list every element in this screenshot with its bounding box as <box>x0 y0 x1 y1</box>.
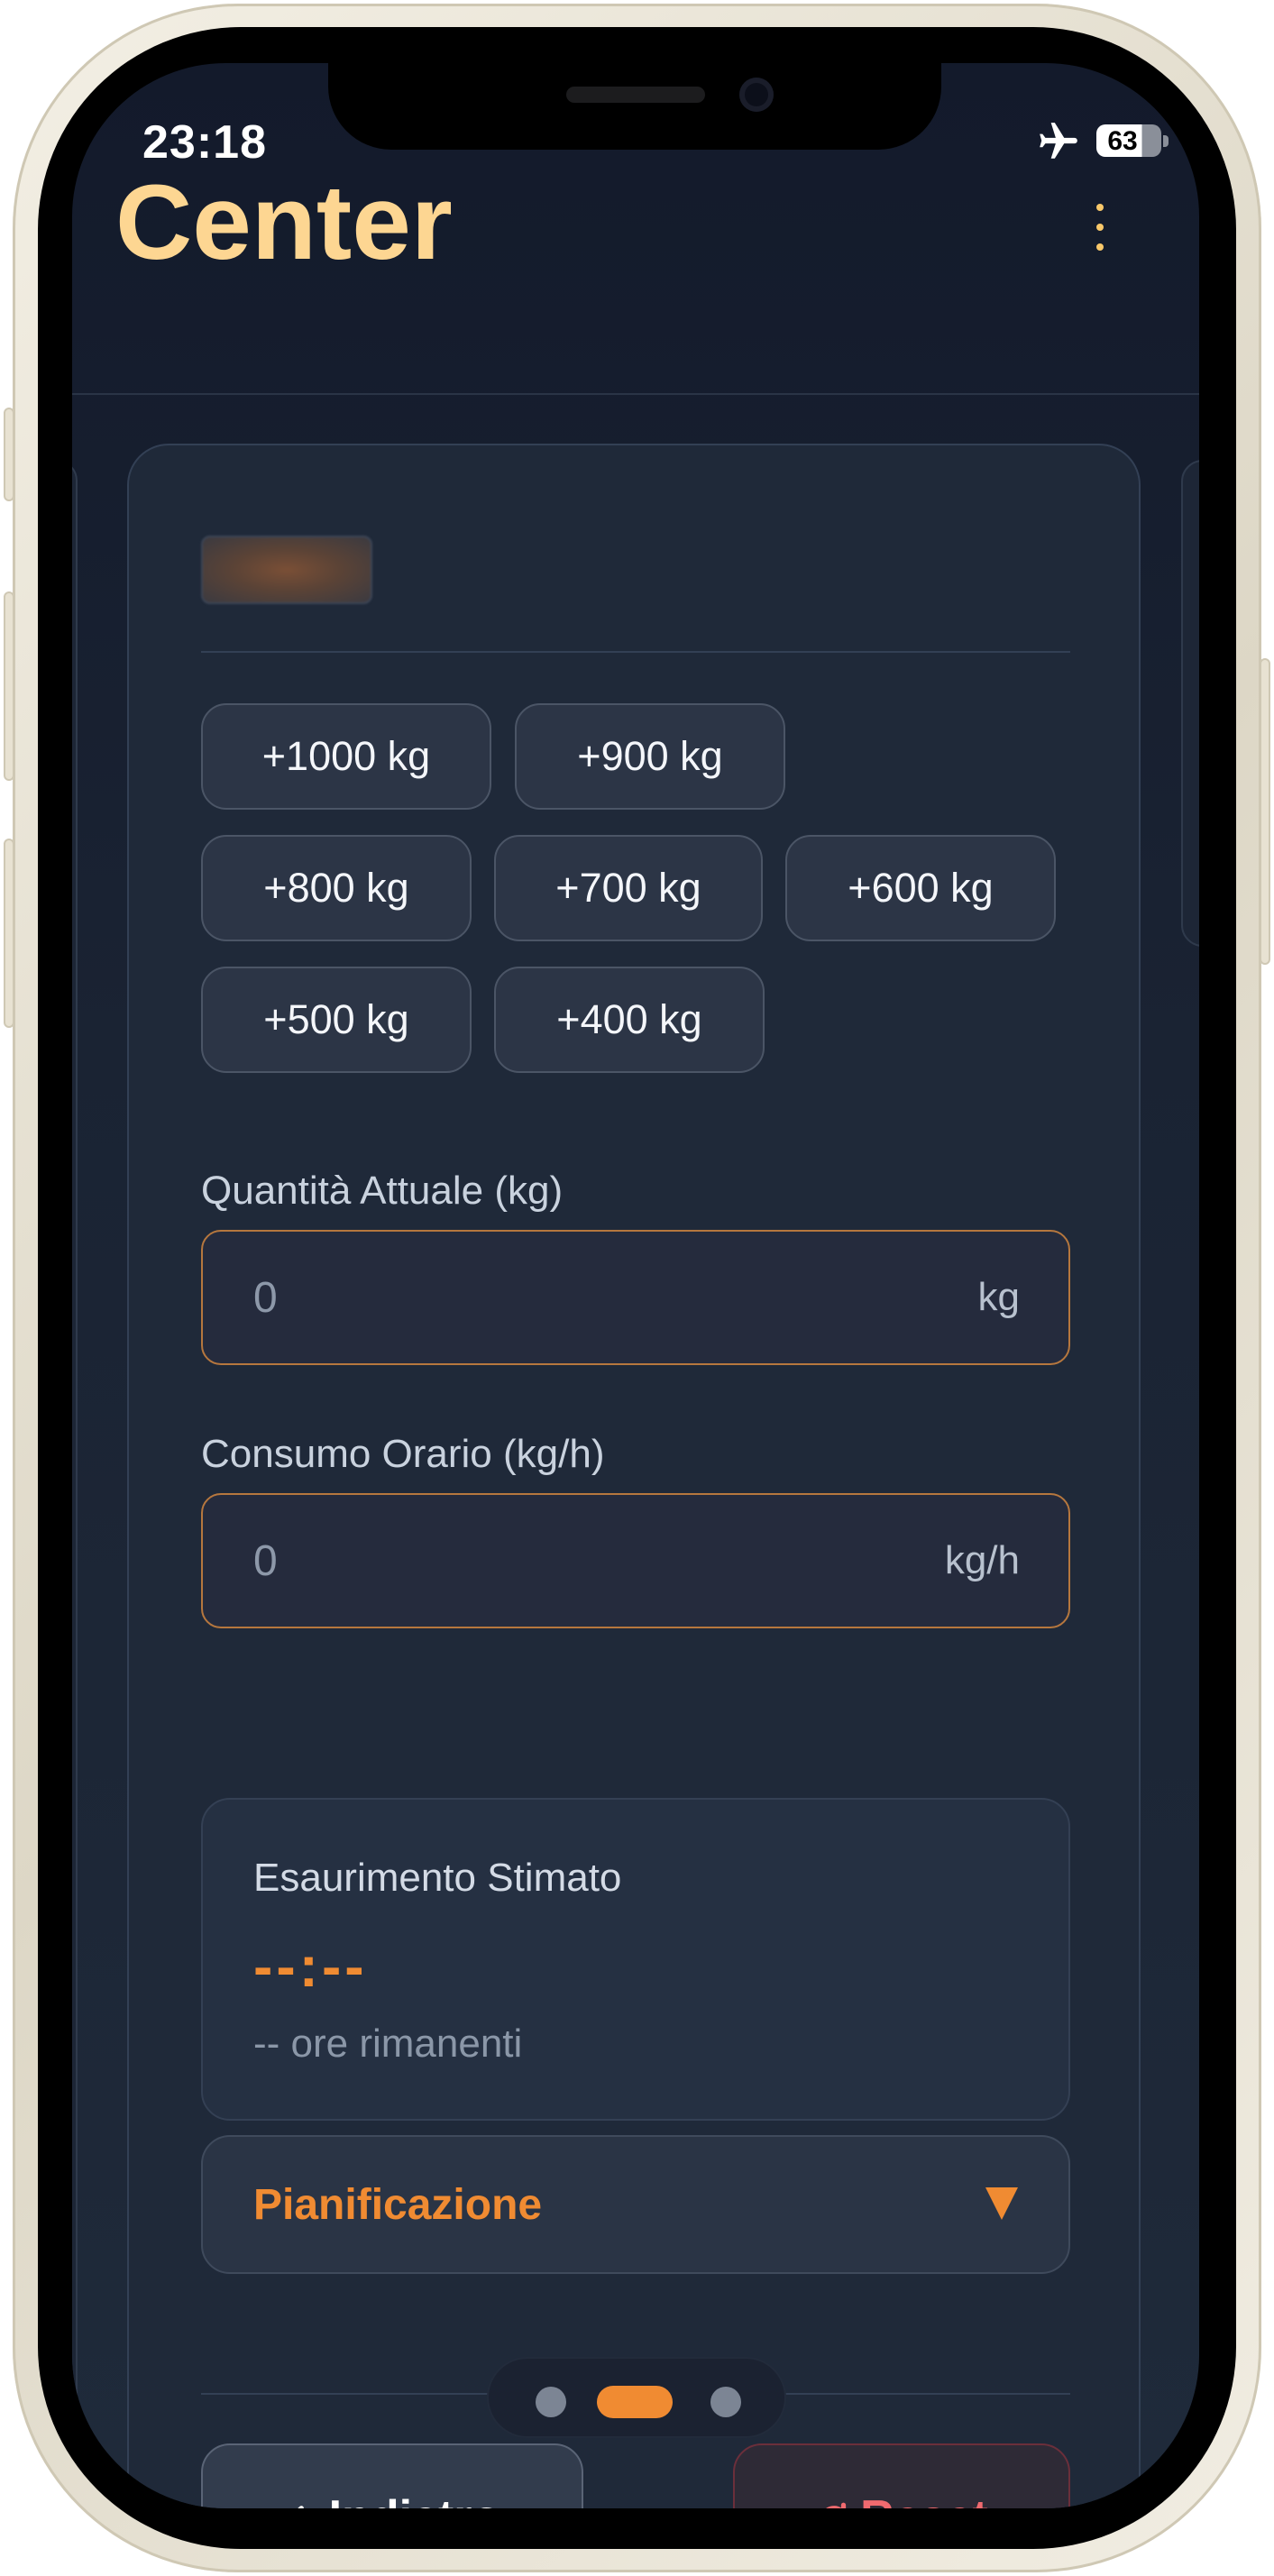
menu-dot <box>1096 243 1104 251</box>
page-dot[interactable] <box>710 2387 741 2417</box>
quick-add-1000-button[interactable]: +1000 kg <box>201 703 491 810</box>
hourly-consumption-unit: kg/h <box>944 1538 1020 1582</box>
quick-add-600-button[interactable]: +600 kg <box>785 835 1056 941</box>
reset-label: Reset <box>860 2491 988 2508</box>
current-quantity-input[interactable]: 0 kg <box>201 1230 1070 1365</box>
hourly-consumption-value: 0 <box>253 1537 278 1585</box>
estimate-panel: Esaurimento Stimato --:-- -- ore rimanen… <box>201 1798 1070 2121</box>
blurred-badge <box>201 536 372 604</box>
airplane-icon <box>1040 123 1077 159</box>
divider <box>201 651 1070 653</box>
hourly-consumption-input[interactable]: 0 kg/h <box>201 1493 1070 1628</box>
side-button-power <box>1260 658 1270 965</box>
battery-icon: 63 <box>1096 124 1161 157</box>
battery-tip <box>1163 135 1169 147</box>
side-button-volume-down <box>4 839 14 1028</box>
tank-card: +1000 kg +900 kg +800 kg +700 kg +600 kg… <box>127 444 1141 2508</box>
screen: 23:18 63 Center +1000 kg +900 kg +800 kg… <box>72 63 1199 2508</box>
side-button-mute <box>4 408 14 501</box>
quick-add-500-button[interactable]: +500 kg <box>201 967 472 1073</box>
speaker <box>566 87 705 103</box>
quick-add-800-button[interactable]: +800 kg <box>201 835 472 941</box>
current-quantity-unit: kg <box>977 1275 1020 1319</box>
estimate-remaining: -- ore rimanenti <box>253 2021 523 2066</box>
arrow-left-icon <box>297 2506 304 2508</box>
planning-label: Pianificazione <box>253 2181 543 2229</box>
back-button-content: Indietro <box>203 2490 582 2508</box>
back-label: Indietro <box>329 2491 501 2508</box>
back-button[interactable]: Indietro <box>201 2443 583 2508</box>
refresh-icon <box>826 2502 847 2508</box>
previous-card-peek[interactable] <box>72 460 78 2508</box>
reset-button-content: Reset <box>735 2490 1068 2508</box>
front-camera <box>739 78 774 112</box>
quick-add-700-button[interactable]: +700 kg <box>494 835 763 941</box>
estimate-title: Esaurimento Stimato <box>253 1856 622 1900</box>
current-quantity-value: 0 <box>253 1274 278 1322</box>
more-menu-button[interactable] <box>1082 186 1118 267</box>
next-card-peek[interactable] <box>1181 460 1199 947</box>
page-dot-active[interactable] <box>597 2386 673 2418</box>
page-title: Center <box>115 163 453 282</box>
status-time: 23:18 <box>142 116 267 169</box>
menu-dot <box>1096 204 1104 211</box>
notch <box>328 63 941 150</box>
menu-dot <box>1096 224 1104 231</box>
quick-add-900-button[interactable]: +900 kg <box>515 703 785 810</box>
page-dot[interactable] <box>536 2387 566 2417</box>
estimate-time: --:-- <box>253 1934 368 1999</box>
quick-add-400-button[interactable]: +400 kg <box>494 967 765 1073</box>
page-indicator[interactable] <box>487 2357 786 2438</box>
planning-toggle[interactable]: Pianificazione <box>201 2135 1070 2274</box>
side-button-volume-up <box>4 591 14 781</box>
hourly-consumption-label: Consumo Orario (kg/h) <box>201 1432 605 1476</box>
reset-button[interactable]: Reset <box>733 2443 1070 2508</box>
current-quantity-label: Quantità Attuale (kg) <box>201 1169 564 1213</box>
triangle-down-icon <box>985 2187 1018 2220</box>
battery-level: 63 <box>1107 126 1138 156</box>
